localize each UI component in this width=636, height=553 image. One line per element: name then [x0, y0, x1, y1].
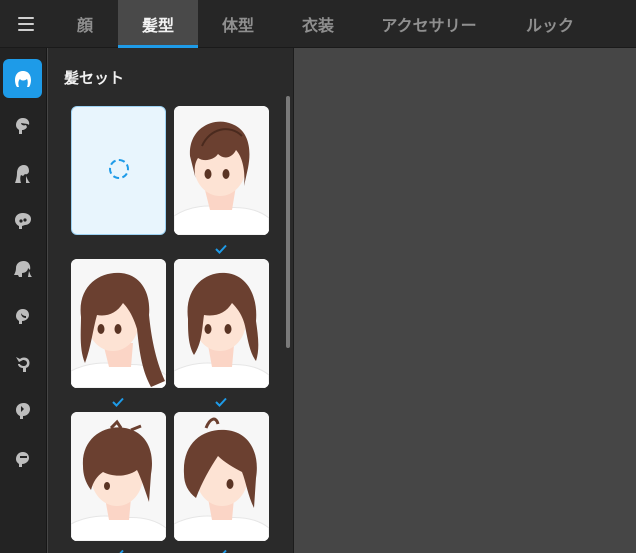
hair-color-icon	[15, 451, 29, 467]
side-hair-icon	[13, 260, 32, 277]
swept-hair-thumbnail	[174, 412, 269, 541]
hair-set-panel: 髪セット	[48, 48, 294, 553]
sidebar-item-hair-set[interactable]	[3, 59, 42, 98]
tab-body[interactable]: 体型	[198, 0, 278, 48]
sidebar-item-hair-tail[interactable]	[3, 344, 42, 383]
sidebar-item-hair-accessory[interactable]	[3, 391, 42, 430]
ahoge-icon	[15, 308, 29, 324]
base-hair-icon	[14, 212, 31, 229]
messy-hair-thumbnail	[71, 412, 166, 541]
panel-title: 髪セット	[64, 69, 125, 87]
preset-card-swept[interactable]	[174, 412, 269, 541]
preset-check-icon	[112, 397, 124, 407]
preset-check-icon	[215, 549, 227, 553]
panel-scrollbar[interactable]	[286, 96, 290, 348]
tab-look[interactable]: ルック	[500, 0, 600, 48]
front-hair-icon	[15, 117, 29, 134]
empty-slot-icon	[109, 159, 129, 179]
preset-card-messy[interactable]	[71, 412, 166, 541]
preset-card-empty[interactable]	[71, 106, 166, 235]
sidebar-item-side-hair[interactable]	[3, 249, 42, 288]
preset-card-long[interactable]	[71, 259, 166, 388]
sidebar-item-back-hair[interactable]	[3, 154, 42, 193]
app-window: 顔 髪型 体型 衣装 アクセサリー ルック 髪セット	[0, 0, 636, 553]
hair-set-icon	[14, 70, 31, 87]
tab-hairstyle[interactable]: 髪型	[118, 0, 198, 48]
tab-accessory[interactable]: アクセサリー	[358, 0, 500, 48]
tab-outfit[interactable]: 衣装	[278, 0, 358, 48]
preset-check-icon	[215, 397, 227, 407]
preset-card-bob[interactable]	[174, 259, 269, 388]
preset-card-short[interactable]	[174, 106, 269, 235]
sidebar-item-front-hair[interactable]	[3, 106, 42, 145]
long-hair-thumbnail	[71, 259, 166, 388]
hamburger-menu-icon[interactable]	[0, 0, 52, 48]
tab-face[interactable]: 顔	[52, 0, 118, 48]
hair-tail-icon	[15, 356, 29, 372]
sidebar-item-base-hair[interactable]	[3, 201, 42, 240]
3d-preview-viewport[interactable]	[295, 48, 636, 553]
sidebar-item-ahoge[interactable]	[3, 296, 42, 335]
preset-check-icon	[215, 244, 227, 254]
sidebar-item-hair-color[interactable]	[3, 439, 42, 478]
preset-check-icon	[112, 549, 124, 553]
hair-category-sidebar	[0, 48, 47, 553]
short-hair-thumbnail	[174, 106, 269, 235]
back-hair-icon	[14, 164, 30, 183]
bob-hair-thumbnail	[174, 259, 269, 388]
top-tab-bar: 顔 髪型 体型 衣装 アクセサリー ルック	[0, 0, 636, 48]
hair-accessory-icon	[15, 402, 30, 419]
